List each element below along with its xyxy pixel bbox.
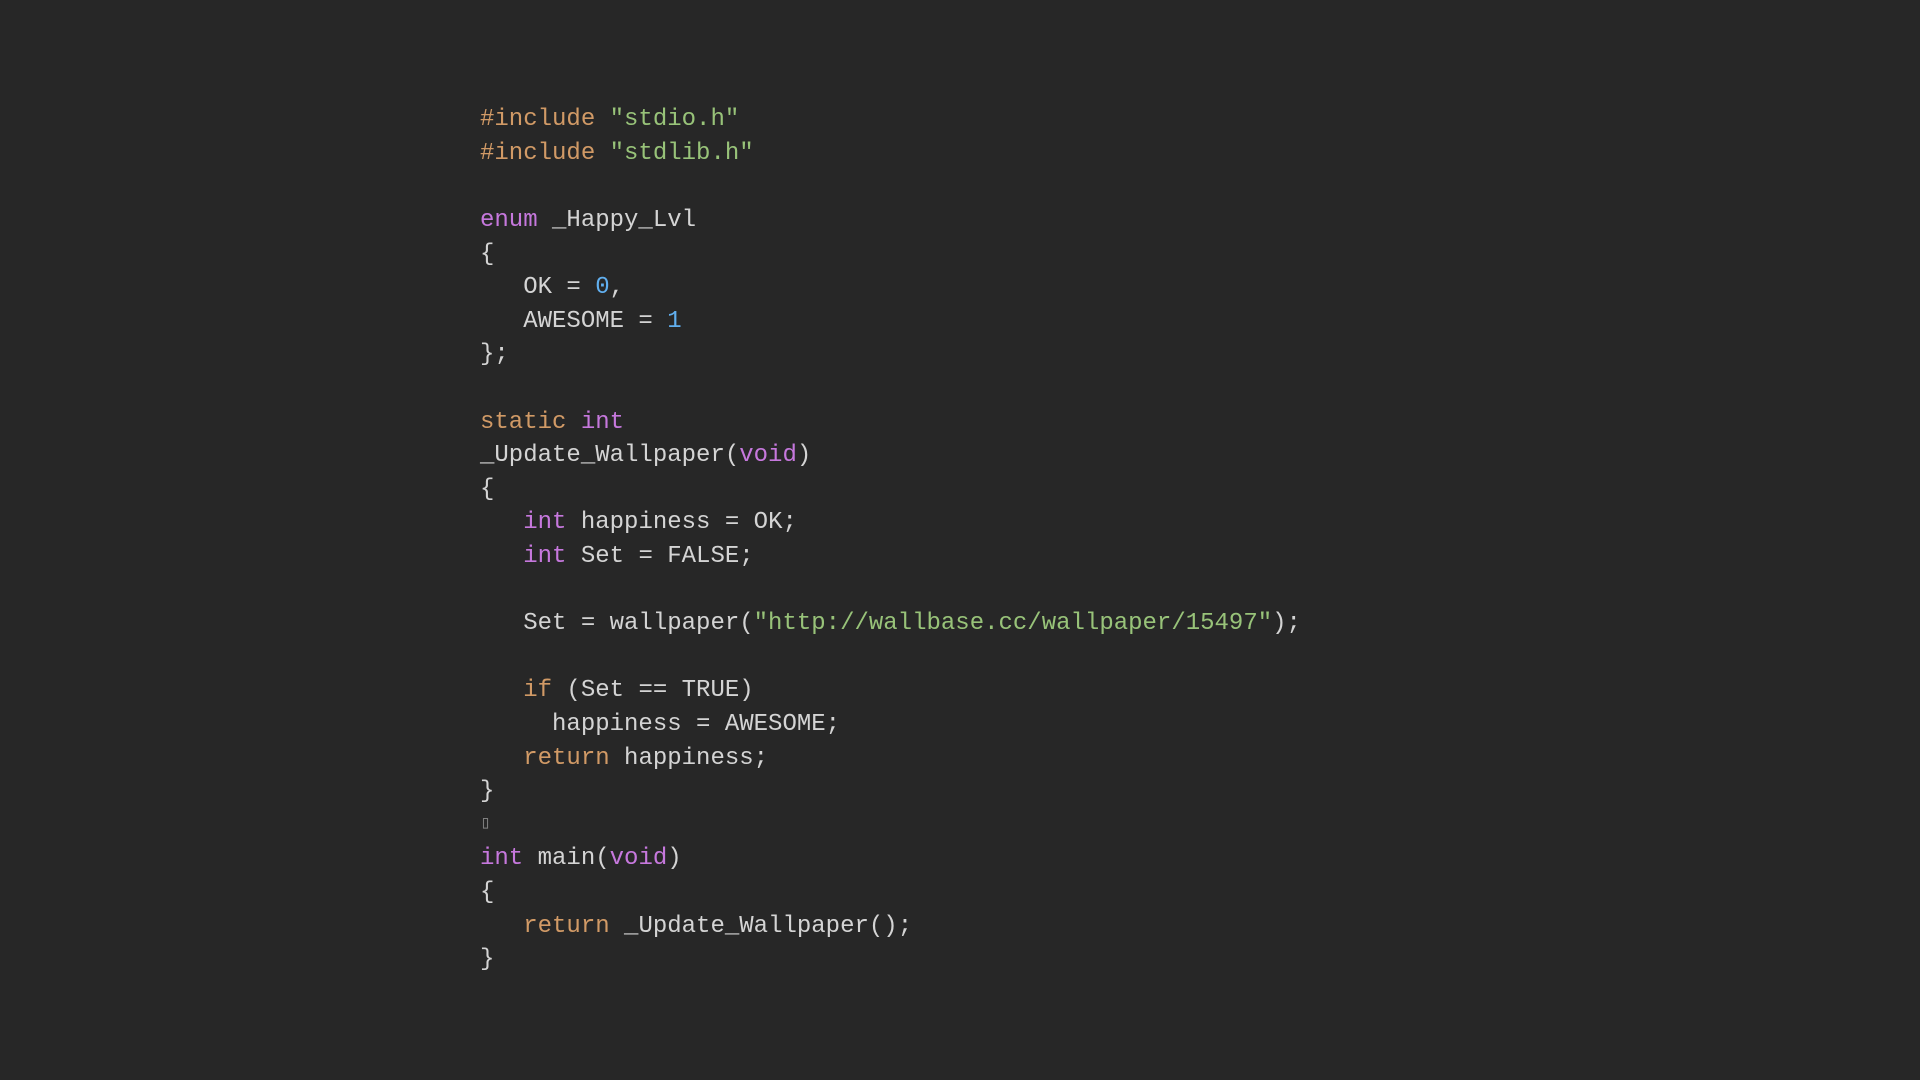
paren-close: ): [797, 442, 811, 469]
indent: [480, 509, 523, 536]
indent: [480, 913, 523, 940]
condition: (Set == TRUE): [552, 677, 754, 704]
return-keyword: return: [523, 745, 609, 772]
preprocessor-directive: #include: [480, 140, 595, 167]
number-literal: 0: [595, 274, 609, 301]
void-keyword: void: [610, 845, 668, 872]
brace-close: }: [480, 778, 494, 805]
enum-name: _Happy_Lvl: [538, 207, 696, 234]
static-keyword: static: [480, 409, 566, 436]
comma: ,: [610, 274, 624, 301]
code-block: #include "stdio.h" #include "stdlib.h" e…: [0, 103, 1301, 976]
url-string: "http://wallbase.cc/wallpaper/15497": [754, 610, 1272, 637]
preprocessor-directive: #include: [480, 106, 595, 133]
brace-open: {: [480, 476, 494, 503]
enum-member: AWESOME =: [480, 308, 667, 335]
return-value: happiness;: [610, 745, 768, 772]
int-type: int: [523, 543, 566, 570]
variable-decl: happiness = OK;: [566, 509, 796, 536]
unknown-char-icon: ▯: [480, 812, 491, 837]
include-string: "stdio.h": [595, 106, 739, 133]
if-keyword: if: [523, 677, 552, 704]
indent: [480, 677, 523, 704]
variable-decl: Set = FALSE;: [566, 543, 753, 570]
enum-member: OK =: [480, 274, 595, 301]
brace-close: }: [480, 946, 494, 973]
enum-keyword: enum: [480, 207, 538, 234]
paren-close: );: [1272, 610, 1301, 637]
number-literal: 1: [667, 308, 681, 335]
assignment: happiness = AWESOME;: [480, 711, 840, 738]
int-type: int: [523, 509, 566, 536]
indent: [480, 543, 523, 570]
int-type: int: [566, 409, 624, 436]
brace-close: };: [480, 341, 509, 368]
main-function: main(: [523, 845, 609, 872]
paren-close: ): [667, 845, 681, 872]
brace-open: {: [480, 241, 494, 268]
function-call: Set = wallpaper(: [480, 610, 754, 637]
int-type: int: [480, 845, 523, 872]
include-string: "stdlib.h": [595, 140, 753, 167]
void-keyword: void: [739, 442, 797, 469]
indent: [480, 745, 523, 772]
return-value: _Update_Wallpaper();: [610, 913, 912, 940]
return-keyword: return: [523, 913, 609, 940]
brace-open: {: [480, 879, 494, 906]
function-name: _Update_Wallpaper(: [480, 442, 739, 469]
